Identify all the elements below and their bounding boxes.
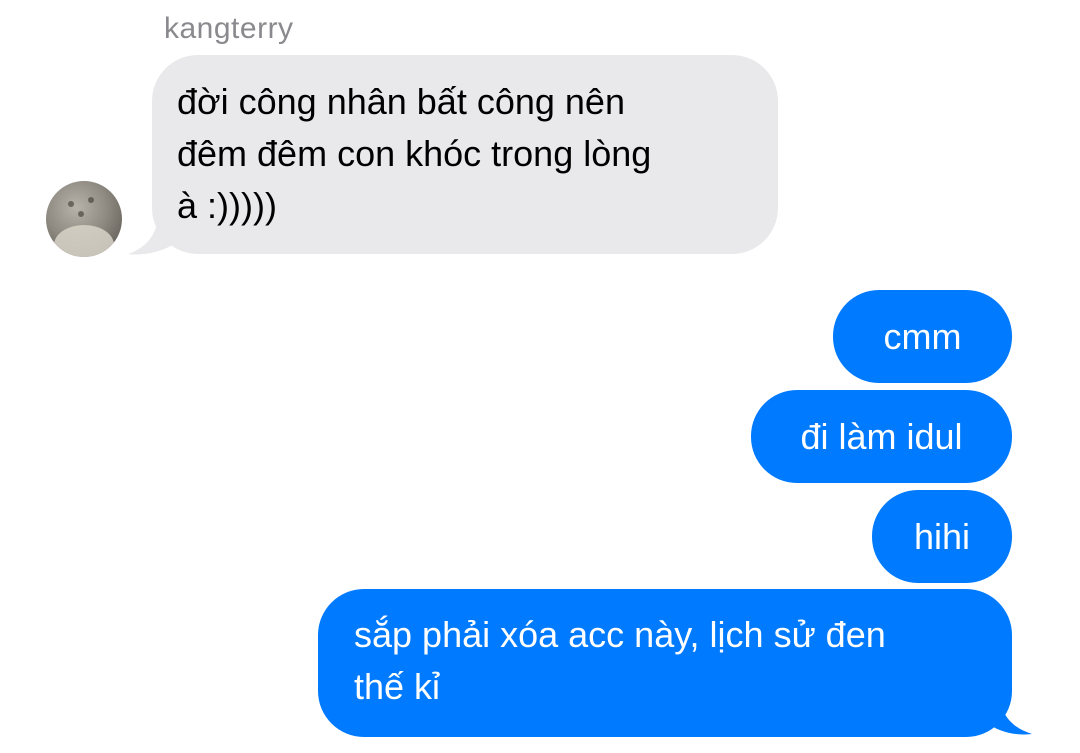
message-line: à :))))) — [177, 185, 277, 226]
message-text: hihi — [913, 515, 971, 557]
message-text: đi làm idul — [800, 415, 963, 457]
avatar-speck — [68, 201, 74, 207]
message-text: cmm — [883, 315, 962, 357]
outgoing-message-bubble[interactable]: cmm — [833, 290, 1012, 383]
message-line: thế kỉ — [354, 666, 441, 707]
outgoing-message-bubble[interactable]: đi làm idul — [751, 390, 1012, 483]
message-line: đêm đêm con khóc trong lòng — [177, 133, 652, 174]
sender-name: kangterry — [164, 12, 294, 45]
message-line: sắp phải xóa acc này, lịch sử đen — [354, 614, 886, 655]
outgoing-message-bubble[interactable]: sắp phải xóa acc này, lịch sử đen thế kỉ — [318, 589, 1012, 737]
message-line: đời công nhân bất công nên — [177, 81, 625, 122]
incoming-message-bubble[interactable]: đời công nhân bất công nên đêm đêm con k… — [152, 55, 778, 254]
avatar-speck — [78, 211, 84, 217]
avatar[interactable] — [46, 181, 122, 257]
outgoing-message-bubble[interactable]: hihi — [872, 490, 1012, 583]
avatar-speck — [88, 197, 94, 203]
avatar-shade — [54, 225, 114, 257]
